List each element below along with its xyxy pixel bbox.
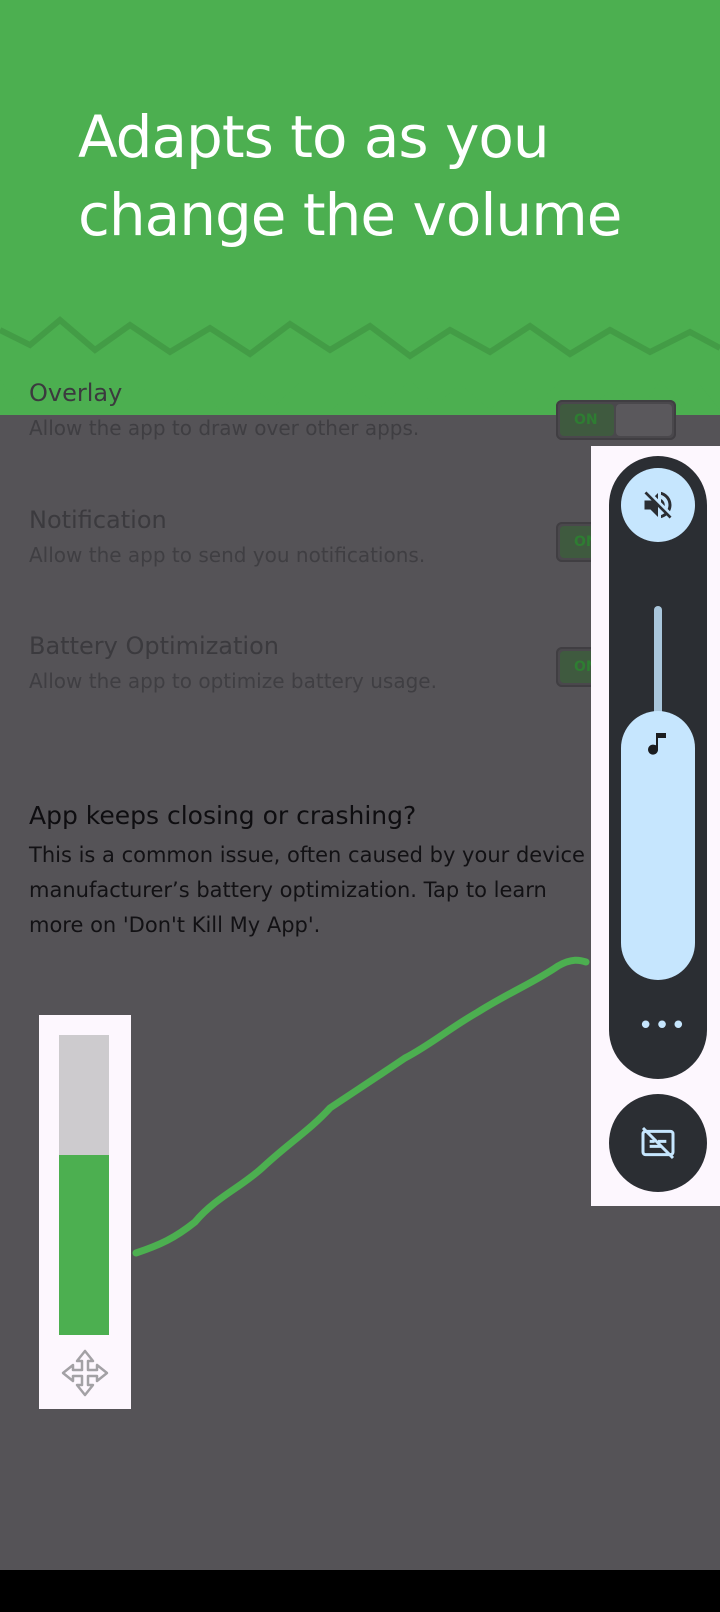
volume-slider[interactable]	[621, 711, 695, 980]
system-navigation-bar	[0, 1570, 720, 1612]
volume-rail	[654, 606, 662, 716]
volume-pill: •••	[609, 456, 707, 1079]
toggle-on-label: ON	[560, 404, 614, 436]
preview-volume-track	[59, 1035, 109, 1335]
setting-overlay[interactable]: Overlay Allow the app to draw over other…	[29, 378, 549, 442]
move-icon[interactable]	[59, 1347, 111, 1399]
live-caption-button[interactable]	[609, 1094, 707, 1192]
setting-notification[interactable]: Notification Allow the app to send you n…	[29, 505, 549, 569]
banner-title: Adapts to as you change the volume	[78, 103, 622, 249]
setting-battery-optimization[interactable]: Battery Optimization Allow the app to op…	[29, 631, 549, 695]
setting-title: Overlay	[29, 379, 123, 407]
volume-dialog: •••	[591, 446, 720, 1206]
dont-kill-my-app-link[interactable]: App keeps closing or crashing? This is a…	[29, 800, 589, 943]
overlay-toggle[interactable]: ON	[556, 400, 676, 440]
more-options-button[interactable]: •••	[638, 1013, 686, 1046]
overlay-preview-panel[interactable]	[39, 1015, 131, 1409]
setting-title: Battery Optimization	[29, 632, 279, 660]
mute-button[interactable]	[621, 468, 695, 542]
help-title: App keeps closing or crashing?	[29, 801, 417, 830]
music-note-icon	[648, 733, 666, 755]
toggle-knob	[616, 404, 672, 436]
setting-title: Notification	[29, 506, 167, 534]
help-body: This is a common issue, often caused by …	[29, 843, 585, 937]
setting-description: Allow the app to send you notifications.	[29, 543, 426, 567]
volume-off-icon	[644, 491, 672, 519]
preview-volume-fill	[59, 1155, 109, 1335]
setting-description: Allow the app to optimize battery usage.	[29, 669, 437, 693]
setting-description: Allow the app to draw over other apps.	[29, 416, 420, 440]
closed-caption-off-icon	[641, 1126, 675, 1160]
